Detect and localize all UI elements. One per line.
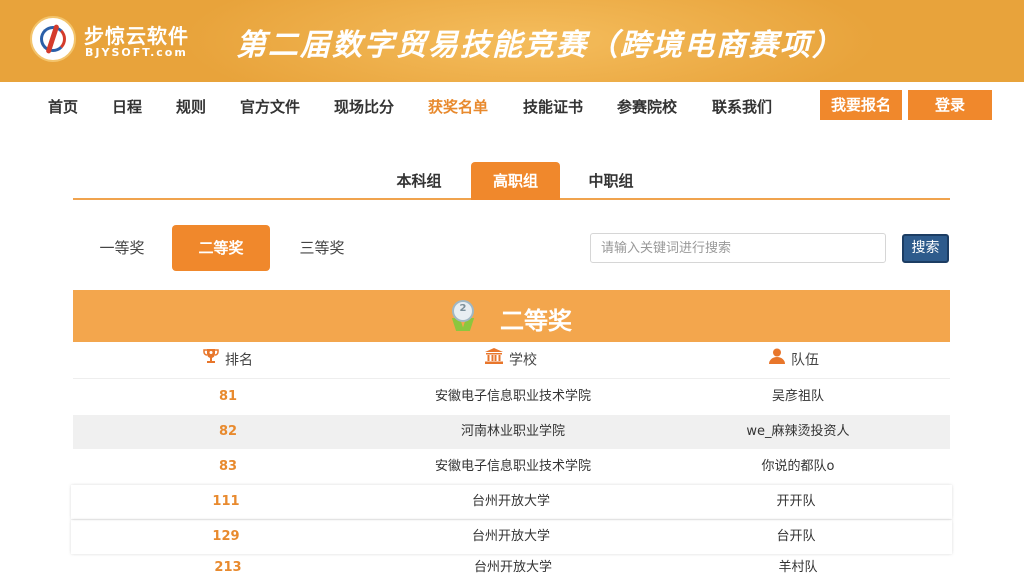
nav-item-official-docs[interactable]: 官方文件 [240, 96, 300, 117]
prize-panel-title: 二等奖 [500, 307, 572, 335]
brand-name: 步惊云软件 [84, 24, 189, 48]
search-button[interactable]: 搜索 [902, 234, 949, 263]
team-cell: we_麻辣烫投资人 [746, 424, 850, 439]
register-button[interactable]: 我要报名 [820, 90, 902, 120]
team-cell: 吴彦祖队 [771, 389, 824, 404]
table-row: 111 台州开放大学 开开队 [71, 485, 952, 519]
silver-medal-icon: 2 [450, 300, 476, 332]
group-tabs: 本科组 高职组 中职组 [73, 160, 950, 200]
column-header-rank: 排名 [203, 342, 253, 379]
school-cell: 河南林业职业学院 [460, 424, 565, 439]
rank-cell: 81 [218, 389, 238, 404]
column-label-school: 学校 [509, 352, 537, 369]
team-cell: 你说的都队o [761, 459, 835, 474]
rank-cell: 213 [214, 560, 242, 575]
rank-cell: 129 [212, 529, 240, 544]
medal-number: 2 [459, 303, 467, 314]
team-cell: 开开队 [776, 494, 816, 509]
school-building-icon [485, 342, 503, 379]
nav-item-contact[interactable]: 联系我们 [712, 96, 772, 117]
page-title: 第二届数字贸易技能竞赛（跨境电商赛项） [236, 28, 844, 63]
person-icon [769, 342, 785, 379]
table-row: 213 台州开放大学 羊村队 [73, 551, 950, 585]
nav-item-winners[interactable]: 获奖名单 [428, 96, 488, 117]
column-label-team: 队伍 [791, 352, 819, 369]
nav-item-certificates[interactable]: 技能证书 [523, 96, 583, 117]
rank-cell: 111 [212, 494, 240, 509]
school-cell: 安徽电子信息职业技术学院 [434, 459, 591, 474]
trophy-icon [203, 342, 219, 379]
school-cell: 台州开放大学 [473, 560, 552, 575]
brand-domain: BJYSOFT.com [85, 46, 188, 59]
nav-item-rules[interactable]: 规则 [176, 96, 206, 117]
school-cell: 安徽电子信息职业技术学院 [434, 389, 591, 404]
column-header-school: 学校 [485, 342, 537, 379]
table-row: 83 安徽电子信息职业技术学院 你说的都队o [73, 450, 950, 484]
brand-logo-icon[interactable] [30, 16, 76, 62]
tab-second-prize[interactable]: 二等奖 [172, 225, 270, 271]
team-cell: 台开队 [776, 529, 816, 544]
team-cell: 羊村队 [778, 560, 818, 575]
table-row: 81 安徽电子信息职业技术学院 吴彦祖队 [73, 380, 950, 414]
tab-higher-vocational[interactable]: 高职组 [471, 162, 560, 200]
search-input[interactable] [590, 233, 886, 263]
medal-disc: 2 [452, 300, 474, 322]
table-row: 129 台州开放大学 台开队 [71, 520, 952, 554]
nav-item-live-scores[interactable]: 现场比分 [334, 96, 394, 117]
tab-secondary-vocational[interactable]: 中职组 [571, 162, 651, 200]
school-cell: 台州开放大学 [471, 494, 550, 509]
tab-first-prize[interactable]: 一等奖 [84, 225, 160, 271]
table-row: 82 河南林业职业学院 we_麻辣烫投资人 [73, 415, 950, 449]
rank-cell: 83 [218, 459, 238, 474]
column-label-rank: 排名 [225, 352, 253, 369]
column-header-team: 队伍 [769, 342, 819, 379]
header-banner: 步惊云软件 BJYSOFT.com 第二届数字贸易技能竞赛（跨境电商赛项） [0, 0, 1024, 82]
nav-item-schedule[interactable]: 日程 [112, 96, 142, 117]
rank-cell: 82 [218, 424, 238, 439]
login-button[interactable]: 登录 [908, 90, 992, 120]
tab-third-prize[interactable]: 三等奖 [284, 225, 360, 271]
tab-undergraduate[interactable]: 本科组 [379, 162, 459, 200]
nav-item-schools[interactable]: 参赛院校 [617, 96, 677, 117]
nav-item-home[interactable]: 首页 [48, 96, 78, 117]
school-cell: 台州开放大学 [471, 529, 550, 544]
